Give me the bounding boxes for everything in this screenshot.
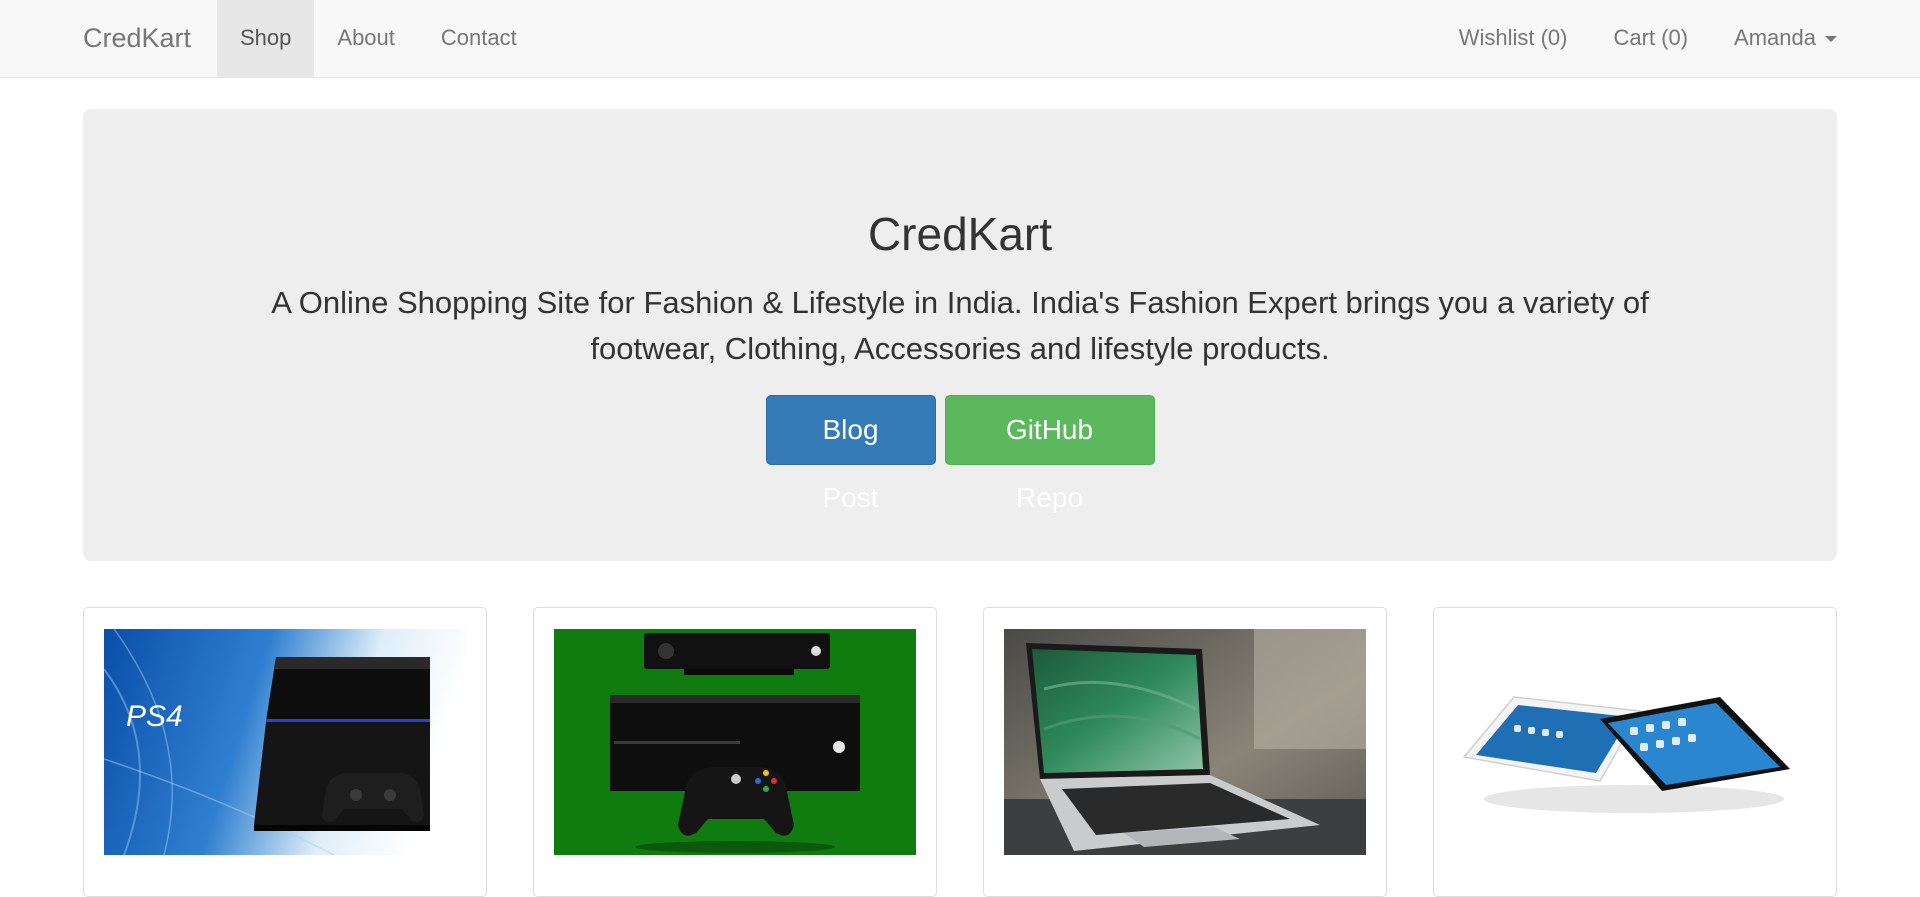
ps4-illustration: PS4 <box>104 629 466 855</box>
macbook-pro-laptop-image[interactable] <box>1004 629 1366 855</box>
ps4-console-image[interactable]: PS4 <box>104 629 466 855</box>
product-card <box>1433 607 1837 897</box>
blog-post-button[interactable]: Blog Post <box>765 395 936 513</box>
nav-contact[interactable]: Contact <box>418 0 540 77</box>
main-nav: Shop About Contact <box>217 0 540 77</box>
user-menu-toggle[interactable]: Amanda <box>1711 0 1860 77</box>
caret-down-icon <box>1825 36 1837 43</box>
user-nav: Wishlist (0) Cart (0) Amanda <box>1436 0 1860 77</box>
hero-jumbotron: CredKart A Online Shopping Site for Fash… <box>83 109 1837 561</box>
macbook-illustration <box>1004 629 1366 855</box>
nav-about[interactable]: About <box>314 0 418 77</box>
product-card: PS4 <box>83 607 487 897</box>
hero-description: A Online Shopping Site for Fashion & Lif… <box>271 285 1649 366</box>
top-navbar: CredKart Shop About Contact Wishlist (0)… <box>0 0 1920 78</box>
nav-shop[interactable]: Shop <box>217 0 315 77</box>
hero-buttons: Blog Post GitHub Repo <box>83 395 1837 513</box>
nav-cart[interactable]: Cart (0) <box>1590 0 1711 77</box>
github-repo-button[interactable]: GitHub Repo <box>944 395 1155 513</box>
user-name: Amanda <box>1734 25 1816 50</box>
xbox-illustration <box>554 629 916 855</box>
brand-logo[interactable]: CredKart <box>83 0 191 77</box>
product-card <box>533 607 937 897</box>
xbox-one-console-image[interactable] <box>554 629 916 855</box>
ps4-logo-text: PS4 <box>126 700 183 733</box>
nav-wishlist[interactable]: Wishlist (0) <box>1436 0 1591 77</box>
hero-title: CredKart <box>867 208 1053 260</box>
ipad-illustration <box>1454 629 1816 855</box>
ipad-tablets-image[interactable] <box>1454 629 1816 855</box>
product-card <box>983 607 1387 897</box>
